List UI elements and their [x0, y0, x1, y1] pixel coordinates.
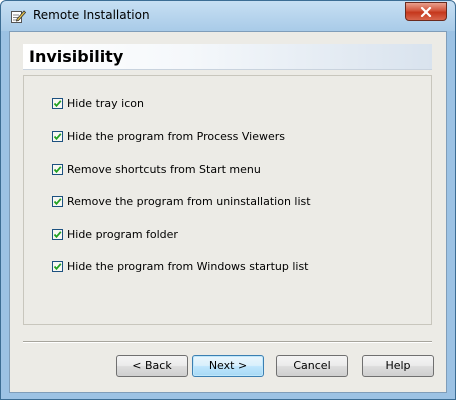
- cancel-button[interactable]: Cancel: [276, 355, 348, 377]
- checkbox[interactable]: [52, 130, 63, 142]
- option-label: Hide tray icon: [67, 96, 144, 110]
- option-hide-from-process-viewers[interactable]: Hide the program from Process Viewers: [52, 128, 285, 144]
- page-title: Invisibility: [29, 47, 124, 66]
- option-remove-from-uninstall-list[interactable]: Remove the program from uninstallation l…: [52, 193, 311, 209]
- checkbox[interactable]: [52, 260, 63, 272]
- help-button[interactable]: Help: [362, 355, 434, 377]
- next-button[interactable]: Next >: [192, 355, 264, 377]
- option-label: Remove the program from uninstallation l…: [67, 194, 311, 208]
- option-label: Hide program folder: [67, 227, 178, 241]
- option-label: Remove shortcuts from Start menu: [67, 162, 261, 176]
- option-label: Hide the program from Windows startup li…: [67, 259, 309, 273]
- back-button[interactable]: < Back: [116, 355, 188, 377]
- pencil-notepad-icon: [10, 8, 27, 24]
- option-hide-tray-icon[interactable]: Hide tray icon: [52, 95, 144, 111]
- page-header: Invisibility: [23, 44, 432, 70]
- divider: [23, 341, 432, 343]
- checkbox[interactable]: [52, 97, 63, 109]
- checkbox[interactable]: [52, 163, 63, 175]
- option-hide-program-folder[interactable]: Hide program folder: [52, 226, 178, 242]
- close-button[interactable]: [405, 2, 447, 21]
- checkbox[interactable]: [52, 228, 63, 240]
- remote-installation-window: Remote Installation Invisibility Hide tr…: [0, 0, 456, 400]
- dialog-client-area: Invisibility Hide tray icon Hide the pro…: [9, 31, 447, 393]
- options-group: Hide tray icon Hide the program from Pro…: [23, 75, 432, 325]
- checkbox[interactable]: [52, 195, 63, 207]
- close-icon: [420, 6, 432, 18]
- option-hide-from-startup-list[interactable]: Hide the program from Windows startup li…: [52, 258, 309, 274]
- window-title: Remote Installation: [33, 8, 150, 22]
- title-bar[interactable]: Remote Installation: [1, 1, 455, 31]
- option-remove-start-menu-shortcuts[interactable]: Remove shortcuts from Start menu: [52, 161, 261, 177]
- option-label: Hide the program from Process Viewers: [67, 129, 286, 143]
